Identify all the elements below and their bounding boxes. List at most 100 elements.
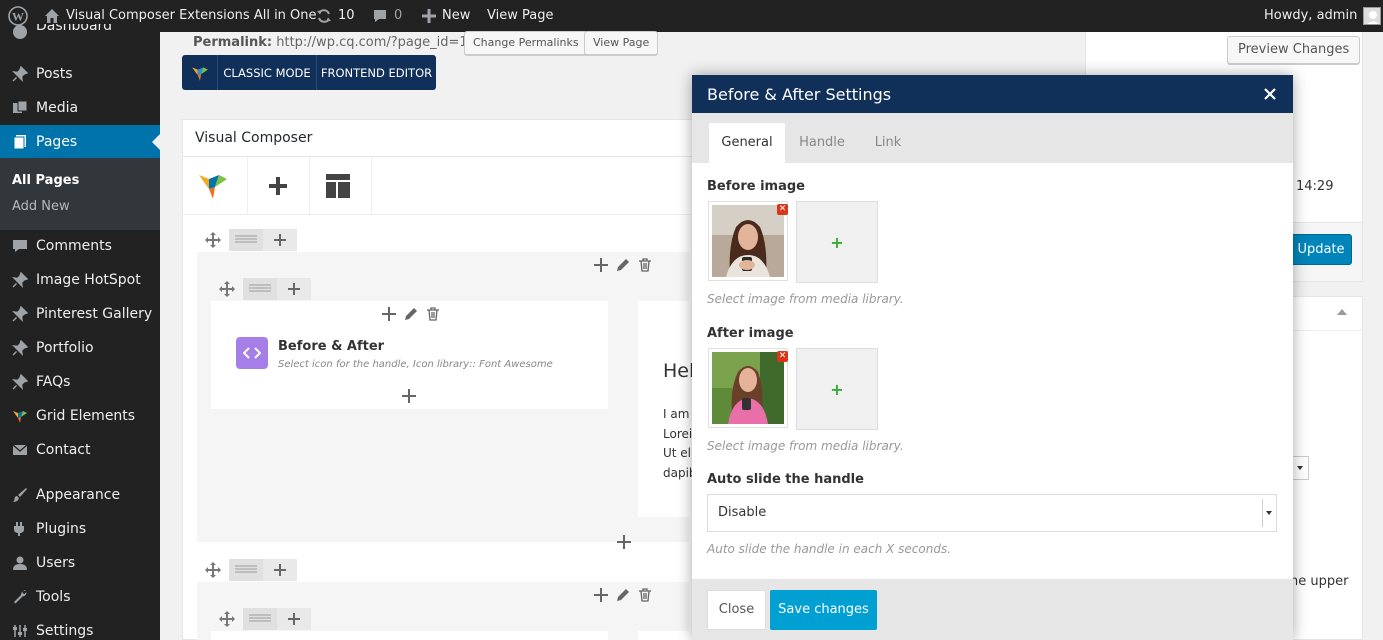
vc-panel-title: Visual Composer [195, 130, 313, 146]
add-element-icon[interactable] [402, 389, 416, 403]
delete-icon[interactable] [638, 588, 652, 602]
sidebar-item-label: Image HotSpot [36, 272, 141, 288]
close-button[interactable]: Close [707, 590, 766, 630]
sidebar-item-appearance[interactable]: Appearance [0, 478, 160, 512]
row-layout-icon[interactable] [243, 278, 277, 300]
brush-icon [0, 487, 36, 503]
delete-icon[interactable] [426, 307, 440, 321]
row-layout-icon[interactable] [243, 608, 277, 630]
view-page-link[interactable]: View Page [487, 0, 553, 32]
collapse-arrow-icon[interactable] [1337, 308, 1347, 316]
sidebar-item-label: Contact [36, 442, 91, 458]
before-image-label: Before image [707, 179, 805, 194]
sidebar-item-pinterest-gallery[interactable]: Pinterest Gallery [0, 297, 160, 331]
after-image-hint: Select image from media library. [707, 439, 904, 453]
updates-link[interactable]: 10 [316, 0, 355, 32]
tab-link[interactable]: Link [860, 123, 916, 163]
delete-icon[interactable] [638, 258, 652, 272]
preview-changes-button[interactable]: Preview Changes [1227, 36, 1361, 64]
sidebar-item-dashboard[interactable]: Dashboard [0, 24, 160, 40]
change-permalinks-button[interactable]: Change Permalinks [464, 31, 588, 55]
column-container [211, 631, 608, 640]
move-icon[interactable] [211, 281, 243, 297]
column-controls [211, 278, 311, 300]
column-tools [382, 306, 440, 325]
permalink-row: Permalink: http://wp.cq.com/?page_id=183… [193, 34, 492, 52]
sidebar-item-comments[interactable]: Comments [0, 229, 160, 263]
submenu-all-pages[interactable]: All Pages [12, 173, 79, 188]
sidebar-item-grid-elements[interactable]: Grid Elements [0, 399, 160, 433]
add-element-icon[interactable] [267, 175, 289, 197]
vc-logo-icon[interactable] [197, 169, 229, 201]
update-button[interactable]: Update [1290, 234, 1352, 265]
sidebar-item-label: Pinterest Gallery [36, 306, 153, 322]
view-page-label: View Page [487, 8, 554, 23]
auto-slide-select[interactable]: Disable [707, 494, 1277, 532]
pin-icon [0, 272, 36, 288]
sidebar-item-users[interactable]: Users [0, 546, 160, 580]
before-image-thumb[interactable] [708, 201, 788, 281]
permalink-label: Permalink: [193, 35, 273, 50]
element-title[interactable]: Before & After [278, 339, 384, 354]
add-icon[interactable] [382, 307, 396, 321]
sidebar-item-portfolio[interactable]: Portfolio [0, 331, 160, 365]
comments-link[interactable]: 0 [372, 0, 402, 32]
sidebar-item-image-hotspot[interactable]: Image HotSpot [0, 263, 160, 297]
sidebar-item-label: Users [36, 555, 76, 571]
row-layout-icon[interactable] [229, 559, 263, 581]
vc-toolbar [183, 157, 703, 215]
save-changes-button[interactable]: Save changes [770, 590, 877, 630]
add-column-icon[interactable] [263, 559, 297, 581]
sidebar-item-pages[interactable]: Pages [0, 125, 160, 159]
add-row-icon[interactable] [617, 535, 631, 549]
row-controls [197, 559, 297, 581]
templates-icon[interactable] [325, 173, 351, 199]
remove-before-image-icon[interactable]: ✕ [777, 204, 788, 215]
sidebar-item-plugins[interactable]: Plugins [0, 512, 160, 546]
tab-handle[interactable]: Handle [787, 123, 857, 163]
select-arrow-icon[interactable] [1291, 456, 1309, 480]
row-layout-icon[interactable] [229, 229, 263, 251]
after-image-thumb[interactable] [708, 348, 788, 428]
add-column-icon[interactable] [277, 608, 311, 630]
comments-count: 0 [394, 8, 403, 23]
vc-logo-icon [182, 55, 218, 90]
sidebar-item-posts[interactable]: Posts [0, 57, 160, 91]
sidebar-item-media[interactable]: Media [0, 91, 160, 125]
close-icon[interactable] [1264, 88, 1276, 100]
new-content-link[interactable]: New [422, 0, 470, 32]
user-icon [0, 555, 36, 571]
add-before-image-button[interactable]: + [796, 201, 878, 283]
sidebar-item-settings[interactable]: Settings [0, 614, 160, 640]
move-icon[interactable] [197, 562, 229, 578]
sidebar-item-faqs[interactable]: FAQs [0, 365, 160, 399]
edit-icon[interactable] [616, 258, 630, 272]
permalink-url[interactable]: http://wp.cq.com/?page_id=1833 [276, 35, 492, 50]
sidebar-item-tools[interactable]: Tools [0, 580, 160, 614]
add-icon[interactable] [594, 258, 608, 272]
edit-icon[interactable] [404, 307, 418, 321]
sidebar-item-contact[interactable]: Contact [0, 433, 160, 467]
row-controls [197, 229, 297, 251]
plugin-icon [0, 521, 36, 537]
edit-icon[interactable] [616, 588, 630, 602]
row-tools [594, 257, 652, 276]
view-page-button[interactable]: View Page [584, 31, 659, 55]
text-heading: Hel [663, 360, 695, 382]
add-column-icon[interactable] [277, 278, 311, 300]
add-after-image-button[interactable]: + [796, 348, 878, 430]
modal-footer: Close Save changes [692, 579, 1293, 640]
add-icon[interactable] [594, 588, 608, 602]
account-menu[interactable]: Howdy, admin [1264, 0, 1382, 32]
publish-time: 14:29 [1296, 179, 1334, 194]
move-icon[interactable] [197, 232, 229, 248]
tab-general[interactable]: General [709, 123, 785, 163]
move-icon[interactable] [211, 611, 243, 627]
frontend-editor-button[interactable]: FRONTEND EDITOR [317, 55, 436, 90]
visual-composer-panel: Visual Composer Before & After Select ic… [182, 119, 703, 640]
submenu-add-new[interactable]: Add New [12, 199, 70, 214]
admin-bar: W Visual Composer Extensions All in One … [0, 0, 1383, 32]
add-column-icon[interactable] [263, 229, 297, 251]
remove-after-image-icon[interactable]: ✕ [777, 351, 788, 362]
classic-mode-button[interactable]: CLASSIC MODE [218, 55, 317, 90]
